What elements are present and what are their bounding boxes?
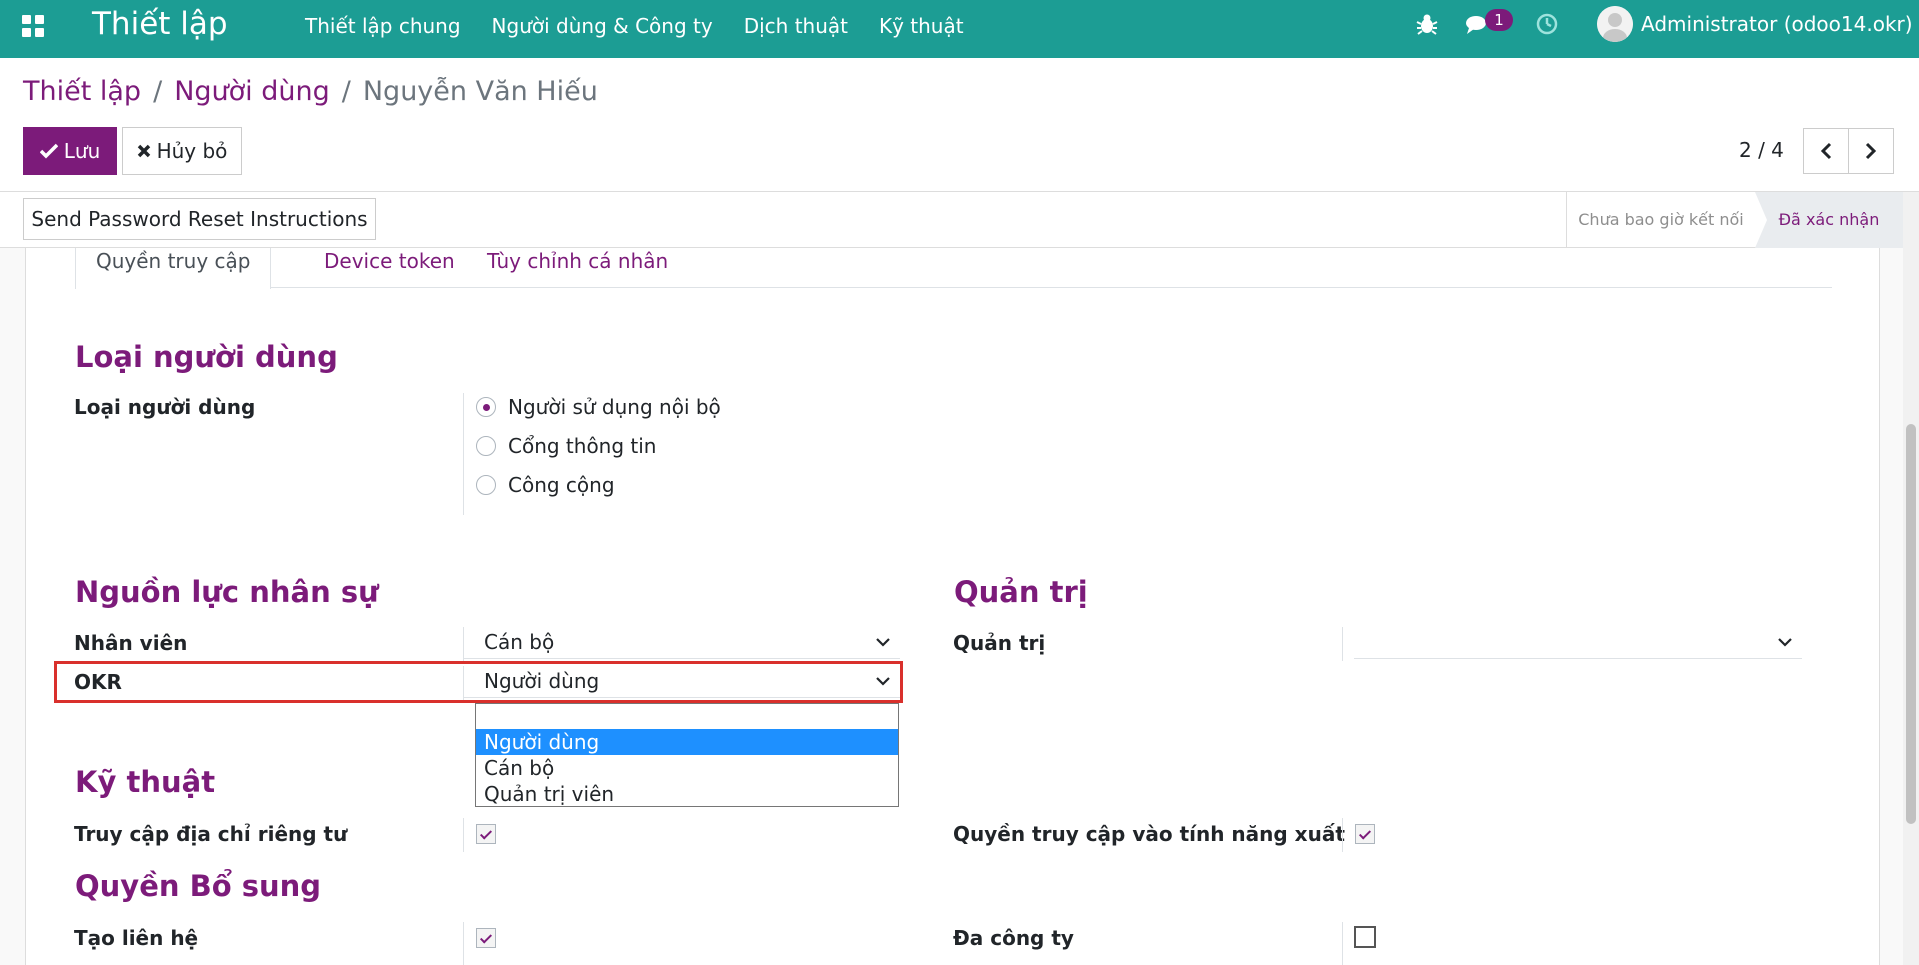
okr-dropdown-list: Người dùng Cán bộ Quản trị viên <box>475 703 899 807</box>
administration-select[interactable] <box>1354 627 1802 659</box>
radio-label: Công cộng <box>508 473 615 497</box>
tab-preferences[interactable]: Tùy chỉnh cá nhân <box>487 248 668 288</box>
form-statusbar: Send Password Reset Instructions Chưa ba… <box>0 192 1903 248</box>
chevron-left-icon <box>1820 142 1832 160</box>
pager-value: 2 / 4 <box>1739 138 1784 162</box>
tab-device-token[interactable]: Device token <box>324 248 455 288</box>
section-user-type: Loại người dùng <box>75 340 338 374</box>
discard-button[interactable]: Hủy bỏ <box>122 127 242 175</box>
breadcrumb-current: Nguyễn Văn Hiếu <box>362 76 598 107</box>
okr-option-empty[interactable] <box>476 705 898 731</box>
tab-access-rights[interactable]: Quyền truy cập <box>75 248 272 289</box>
radio-label: Cổng thông tin <box>508 434 657 458</box>
breadcrumb-separator: / <box>153 76 163 107</box>
export-access-checkbox[interactable] <box>1355 824 1375 844</box>
section-administration: Quản trị <box>954 575 1088 609</box>
close-icon <box>137 144 150 158</box>
save-button[interactable]: Lưu <box>23 127 117 175</box>
user-menu[interactable]: Administrator (odoo14.okr) <box>1641 12 1913 36</box>
field-separator <box>463 922 464 965</box>
private-address-label: Truy cập địa chỉ riêng tư <box>74 822 348 846</box>
breadcrumb-separator: / <box>341 76 351 107</box>
employee-select[interactable]: Cán bộ <box>464 627 900 659</box>
apps-grid-icon[interactable] <box>22 15 44 37</box>
radio-button[interactable] <box>476 475 496 495</box>
breadcrumb-settings[interactable]: Thiết lập <box>23 76 141 107</box>
menu-translations[interactable]: Dịch thuật <box>744 14 848 38</box>
pager-previous-button[interactable] <box>1803 128 1849 174</box>
section-extra-rights: Quyền Bổ sung <box>75 869 322 903</box>
app-title[interactable]: Thiết lập <box>92 6 228 42</box>
field-separator <box>463 818 464 852</box>
clock-icon[interactable] <box>1535 12 1559 36</box>
export-access-label: Quyền truy cập vào tính năng xuất <box>953 822 1345 846</box>
field-separator <box>463 393 464 515</box>
radio-button[interactable] <box>476 436 496 456</box>
section-human-resources: Nguồn lực nhân sự <box>75 575 379 609</box>
radio-public[interactable]: Công cộng <box>476 473 615 497</box>
stage-confirmed: Đã xác nhận <box>1755 192 1903 248</box>
chevron-down-icon <box>876 638 890 647</box>
chat-badge: 1 <box>1485 9 1513 31</box>
menu-users-companies[interactable]: Người dùng & Công ty <box>492 14 713 38</box>
field-separator <box>1342 627 1343 661</box>
okr-option-manager[interactable]: Quản trị viên <box>476 781 898 807</box>
radio-internal-user[interactable]: Người sử dụng nội bộ <box>476 395 721 419</box>
employee-select-value: Cán bộ <box>484 630 555 654</box>
breadcrumb-users[interactable]: Người dùng <box>174 76 330 107</box>
field-separator <box>1342 818 1343 852</box>
send-password-reset-button[interactable]: Send Password Reset Instructions <box>23 198 376 240</box>
section-technical: Kỹ thuật <box>75 765 216 799</box>
multi-company-label: Đa công ty <box>953 926 1074 950</box>
radio-portal[interactable]: Cổng thông tin <box>476 434 657 458</box>
notebook-tabs: Quyền truy cập Device token Tùy chỉnh cá… <box>75 248 1832 289</box>
menu-general-settings[interactable]: Thiết lập chung <box>305 14 461 38</box>
control-panel: Thiết lập / Người dùng / Nguyễn Văn Hiếu Lưu… <box>0 58 1919 192</box>
chevron-right-icon <box>1865 142 1877 160</box>
bug-icon[interactable] <box>1415 12 1439 36</box>
administration-label: Quản trị <box>953 631 1046 655</box>
field-separator <box>1342 922 1343 965</box>
stage-never-connected: Chưa bao giờ kết nối <box>1566 192 1755 248</box>
breadcrumb: Thiết lập / Người dùng / Nguyễn Văn Hiếu <box>23 76 598 107</box>
chevron-down-icon <box>1778 638 1792 647</box>
multi-company-checkbox[interactable] <box>1354 926 1376 948</box>
radio-label: Người sử dụng nội bộ <box>508 395 721 419</box>
radio-button[interactable] <box>476 397 496 417</box>
okr-option-officer[interactable]: Cán bộ <box>476 755 898 781</box>
menu-technical[interactable]: Kỹ thuật <box>879 14 964 38</box>
private-address-checkbox[interactable] <box>476 824 496 844</box>
scrollbar-thumb[interactable] <box>1906 424 1916 824</box>
avatar[interactable] <box>1597 6 1633 42</box>
okr-row-highlight <box>54 661 903 703</box>
save-button-label: Lưu <box>63 139 101 163</box>
check-icon <box>39 143 58 159</box>
create-contact-label: Tạo liên hệ <box>74 926 199 950</box>
pager-next-button[interactable] <box>1848 128 1894 174</box>
employee-label: Nhân viên <box>74 631 188 655</box>
page-scrollbar[interactable] <box>1903 192 1919 965</box>
discard-button-label: Hủy bỏ <box>156 139 228 163</box>
user-type-label: Loại người dùng <box>74 395 256 419</box>
form-sheet: Quyền truy cập Device token Tùy chỉnh cá… <box>25 248 1880 965</box>
okr-option-user[interactable]: Người dùng <box>476 729 898 755</box>
top-navbar: Thiết lập Thiết lập chung Người dùng & C… <box>0 0 1919 58</box>
create-contact-checkbox[interactable] <box>476 928 496 948</box>
main-menu: Thiết lập chung Người dùng & Công ty Dịc… <box>305 14 995 38</box>
